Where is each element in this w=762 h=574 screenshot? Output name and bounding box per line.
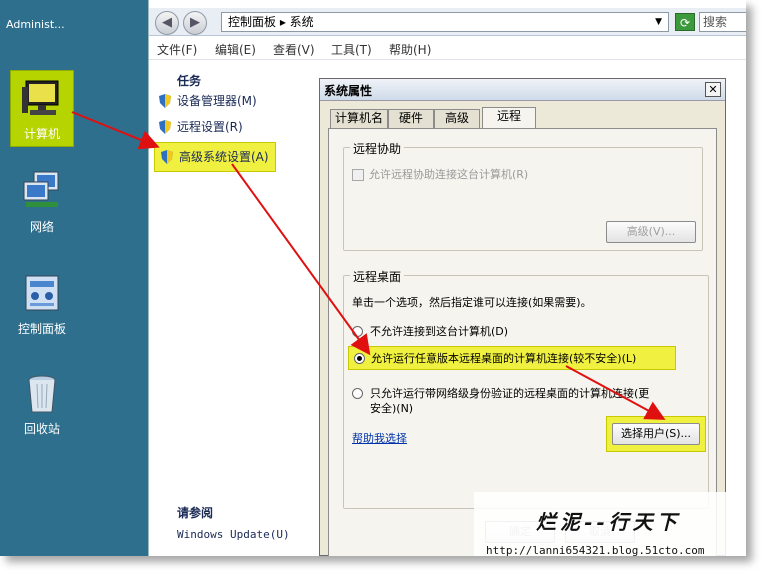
forward-button[interactable]: ▶ [183,11,207,35]
radio-allow-any-version[interactable]: 允许运行任意版本远程桌面的计算机连接(较不安全)(L) [348,346,676,370]
allow-remote-assistance-checkbox[interactable]: 允许远程协助连接这台计算机(R) [352,166,528,182]
remote-desktop-description: 单击一个选项，然后指定谁可以连接(如果需要)。 [352,296,592,309]
refresh-icon[interactable]: ⟳ [675,13,695,31]
menu-file[interactable]: 文件(F) [157,41,197,58]
tab-advanced[interactable]: 高级 [434,109,480,128]
desktop-icon-label: 回收站 [23,422,60,436]
close-icon[interactable]: ✕ [705,82,721,97]
desktop-icon-recycle-bin[interactable]: 回收站 [10,372,74,437]
shield-icon [159,94,171,108]
desktop-icon-network[interactable]: 网络 [10,170,74,235]
remote-assistance-advanced-button[interactable]: 高级(V)... [606,221,696,243]
desktop-user-label: Administ... [6,18,65,31]
menu-tools[interactable]: 工具(T) [331,41,372,58]
desktop-icon-label: 网络 [29,220,54,234]
task-label: 远程设置(R) [177,120,243,134]
computer-icon [20,77,64,121]
system-properties-dialog: 系统属性 ✕ 计算机名 硬件 高级 远程 远程协助 允许远程协助连接这台计算机(… [319,78,726,556]
task-label: 设备管理器(M) [177,94,257,108]
desktop-icon-control-panel[interactable]: 控制面板 [10,272,74,337]
desktop-icon-label: 控制面板 [17,322,66,336]
tab-computer-name[interactable]: 计算机名 [330,109,388,128]
see-also-heading: 请参阅 [177,506,214,520]
task-advanced-system-settings[interactable]: 高级系统设置(A) [154,142,276,172]
radio-label: 允许运行任意版本远程桌面的计算机连接(较不安全)(L) [371,352,637,365]
desktop-icon-computer[interactable]: 计算机 [10,70,74,147]
task-device-manager[interactable]: 设备管理器(M) [153,91,257,111]
recycle-bin-icon [20,372,64,416]
radio-button-selected[interactable] [354,353,365,364]
dialog-titlebar: 系统属性 ✕ [320,79,725,101]
remote-desktop-legend: 远程桌面 [350,268,405,285]
link-windows-update[interactable]: Windows Update(U) [177,528,290,541]
control-panel-icon [20,272,64,316]
screenshot-frame: Administ... 计算机 网络 控制面板 回收站 ◀ ▶ 控制面板 ▸ 系… [0,0,746,556]
remote-assistance-group: 远程协助 允许远程协助连接这台计算机(R) 高级(V)... [343,140,703,251]
search-input[interactable]: 搜索 [699,12,746,32]
menu-help[interactable]: 帮助(H) [389,41,431,58]
task-remote-settings[interactable]: 远程设置(R) [153,117,243,137]
shield-icon [161,150,173,164]
address-field[interactable]: 控制面板 ▸ 系统 ▼ [221,12,669,32]
remote-desktop-group: 远程桌面 单击一个选项，然后指定谁可以连接(如果需要)。 不允许连接到这台计算机… [343,268,709,509]
desktop: Administ... 计算机 网络 控制面板 回收站 [0,0,148,556]
back-button[interactable]: ◀ [155,11,179,35]
tab-hardware[interactable]: 硬件 [388,109,434,128]
task-label: 高级系统设置(A) [179,150,269,164]
help-me-choose-link[interactable]: 帮助我选择 [352,430,407,446]
watermark-title: 烂泥--行天下 [536,510,681,534]
shield-icon [159,120,171,134]
dialog-title: 系统属性 [324,84,373,98]
tasks-heading: 任务 [177,74,202,88]
checkbox-label: 允许远程协助连接这台计算机(R) [369,168,529,181]
tab-remote[interactable]: 远程 [482,107,536,129]
radio-button[interactable] [352,326,363,337]
blog-watermark: 烂泥--行天下 http://lanni654321.blog.51cto.co… [474,492,746,556]
menu-bar: 文件(F) 编辑(E) 查看(V) 工具(T) 帮助(H) [149,38,746,60]
network-icon [20,170,64,214]
task-pane: 任务 设备管理器(M) 远程设置(R) 高级系统设置(A) 请参阅 Window… [149,60,329,556]
radio-allow-nla-only[interactable]: 只允许运行带网络级身份验证的远程桌面的计算机连接(更安全)(N) [352,386,652,418]
radio-label: 只允许运行带网络级身份验证的远程桌面的计算机连接(更安全)(N) [370,387,650,415]
desktop-icon-label: 计算机 [23,127,60,141]
radio-deny-connections[interactable]: 不允许连接到这台计算机(D) [352,324,652,340]
radio-label: 不允许连接到这台计算机(D) [370,325,509,338]
select-users-button[interactable]: 选择用户(S)... [612,423,700,445]
menu-view[interactable]: 查看(V) [273,41,315,58]
remote-assistance-legend: 远程协助 [350,140,405,157]
menu-edit[interactable]: 编辑(E) [215,41,256,58]
checkbox-box[interactable] [352,169,364,181]
watermark-url: http://lanni654321.blog.51cto.com [486,544,705,556]
address-text: 控制面板 ▸ 系统 [228,15,314,29]
radio-button[interactable] [352,388,363,399]
chevron-down-icon[interactable]: ▼ [655,13,662,31]
address-bar: ◀ ▶ 控制面板 ▸ 系统 ▼ ⟳ 搜索 [149,8,746,36]
